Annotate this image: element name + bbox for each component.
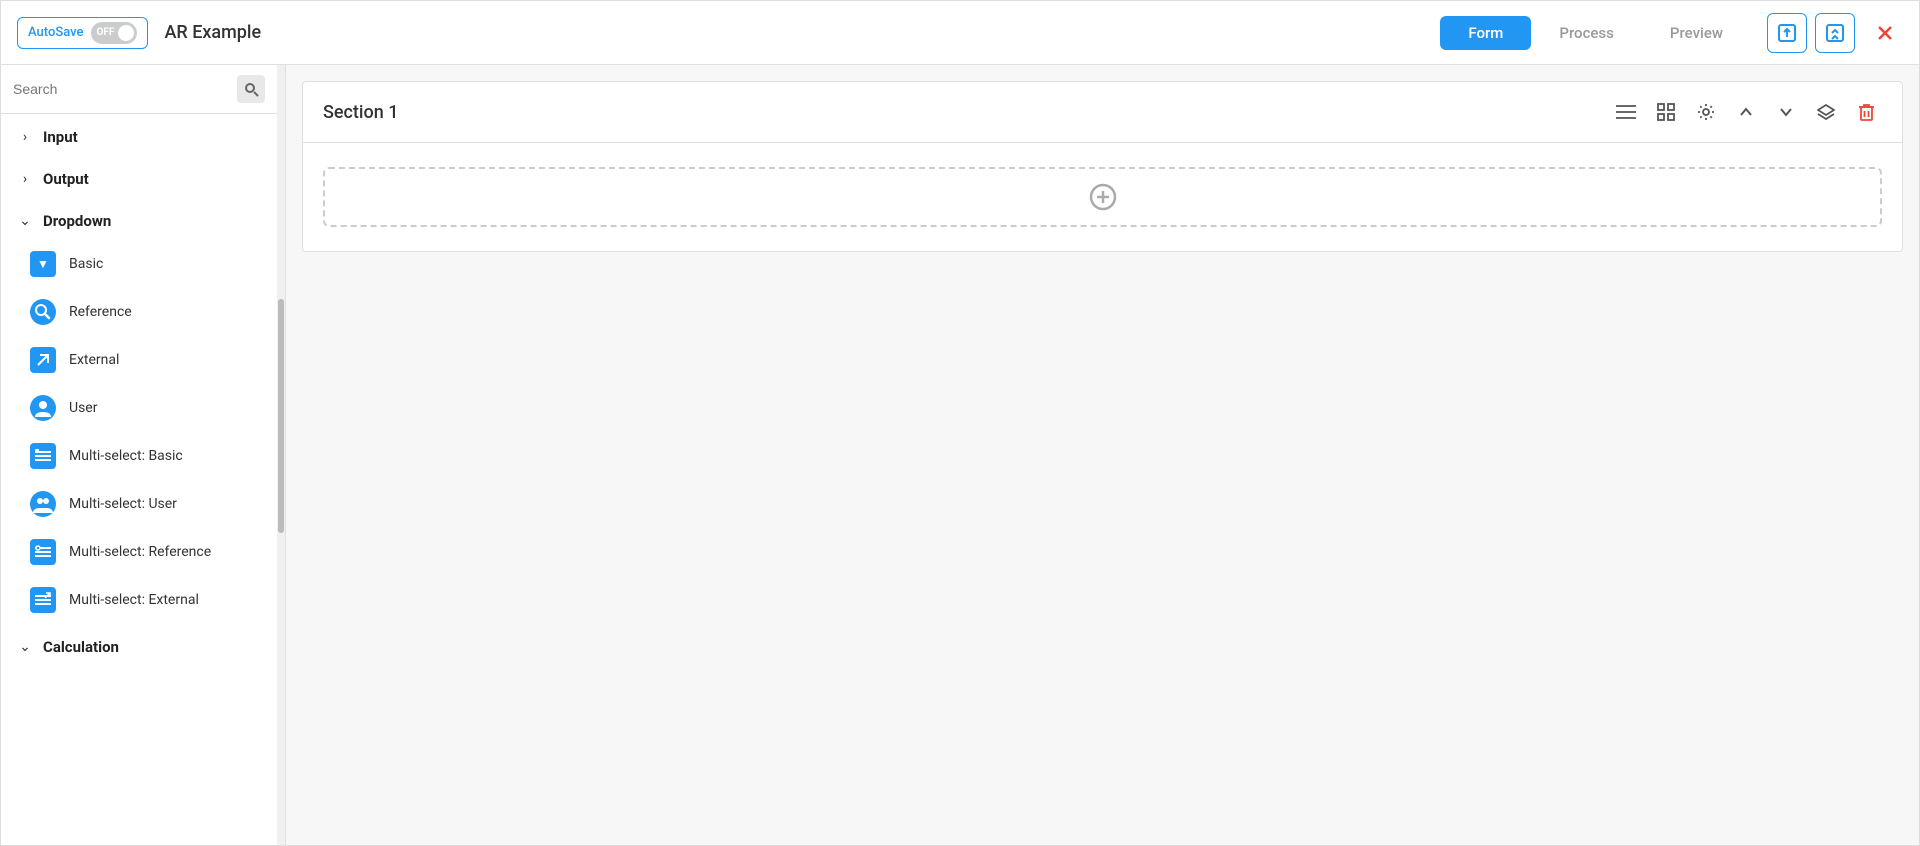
- dropdown-chevron: ⌄: [17, 213, 33, 229]
- section-down-btn[interactable]: [1770, 96, 1802, 128]
- sidebar-item-multi-basic[interactable]: Multi-select: Basic: [1, 432, 277, 480]
- sidebar-group-output[interactable]: › Output: [1, 156, 277, 198]
- multi-reference-label: Multi-select: Reference: [69, 544, 211, 560]
- sidebar-group-input[interactable]: › Input: [1, 114, 277, 156]
- sidebar-scrollbar[interactable]: [277, 65, 285, 845]
- export-icon-button[interactable]: [1767, 13, 1807, 53]
- sidebar-item-reference[interactable]: Reference: [1, 288, 277, 336]
- multi-external-label: Multi-select: External: [69, 592, 199, 608]
- multi-user-icon: [29, 490, 57, 518]
- app-container: AutoSave OFF AR Example Form Process Pre…: [0, 0, 1920, 846]
- section-body: [303, 143, 1902, 251]
- autosave-toggle[interactable]: OFF: [91, 22, 137, 44]
- multi-basic-icon: [29, 442, 57, 470]
- multi-basic-label: Multi-select: Basic: [69, 448, 183, 464]
- sidebar-scroll-area: › Input › Output ⌄ Dropdown: [1, 114, 277, 845]
- reference-label: Reference: [69, 304, 132, 320]
- drop-zone[interactable]: [323, 167, 1882, 227]
- autosave-area[interactable]: AutoSave OFF: [17, 17, 148, 49]
- calculation-chevron: ⌄: [17, 639, 33, 655]
- main-layout: › Input › Output ⌄ Dropdown: [1, 65, 1919, 845]
- sidebar-item-multi-user[interactable]: Multi-select: User: [1, 480, 277, 528]
- app-title: AR Example: [164, 22, 1440, 43]
- tab-process[interactable]: Process: [1531, 16, 1642, 50]
- section-list-btn[interactable]: [1610, 96, 1642, 128]
- content-area: Section 1: [286, 65, 1919, 845]
- reference-icon: [29, 298, 57, 326]
- header-icon-group: [1767, 13, 1903, 53]
- search-input[interactable]: [13, 81, 229, 97]
- input-group-label: Input: [43, 128, 78, 146]
- section-delete-btn[interactable]: [1850, 96, 1882, 128]
- output-group-label: Output: [43, 170, 89, 188]
- section-grid-btn[interactable]: [1650, 96, 1682, 128]
- calculation-group-label: Calculation: [43, 638, 119, 656]
- close-button[interactable]: [1867, 15, 1903, 51]
- tab-preview[interactable]: Preview: [1642, 16, 1751, 50]
- header: AutoSave OFF AR Example Form Process Pre…: [1, 1, 1919, 65]
- multi-user-label: Multi-select: User: [69, 496, 177, 512]
- input-chevron: ›: [17, 129, 33, 145]
- sidebar-item-multi-external[interactable]: Multi-select: External: [1, 576, 277, 624]
- section-settings-btn[interactable]: [1690, 96, 1722, 128]
- search-icon-button[interactable]: [237, 75, 265, 103]
- user-label: User: [69, 400, 97, 416]
- sidebar-inner: › Input › Output ⌄ Dropdown: [1, 65, 277, 845]
- section-header: Section 1: [303, 82, 1902, 143]
- toggle-knob: [118, 25, 134, 41]
- share-icon-button[interactable]: [1815, 13, 1855, 53]
- multi-external-icon: [29, 586, 57, 614]
- multi-reference-icon: [29, 538, 57, 566]
- sidebar-item-multi-reference[interactable]: Multi-select: Reference: [1, 528, 277, 576]
- basic-label: Basic: [69, 256, 103, 272]
- sidebar-item-user[interactable]: User: [1, 384, 277, 432]
- section-actions: [1610, 96, 1882, 128]
- dropdown-group-label: Dropdown: [43, 212, 111, 230]
- sidebar-search-area: [1, 65, 277, 114]
- sidebar-item-basic[interactable]: Basic: [1, 240, 277, 288]
- section-layer-btn[interactable]: [1810, 96, 1842, 128]
- sidebar-group-dropdown[interactable]: ⌄ Dropdown: [1, 198, 277, 240]
- sidebar-scrollbar-thumb: [278, 299, 284, 533]
- sidebar: › Input › Output ⌄ Dropdown: [1, 65, 286, 845]
- external-icon: [29, 346, 57, 374]
- output-chevron: ›: [17, 171, 33, 187]
- user-icon: [29, 394, 57, 422]
- dropdown-basic-icon: [29, 250, 57, 278]
- sidebar-group-calculation[interactable]: ⌄ Calculation: [1, 624, 277, 666]
- autosave-label: AutoSave: [28, 25, 83, 40]
- section-up-btn[interactable]: [1730, 96, 1762, 128]
- sidebar-item-external[interactable]: External: [1, 336, 277, 384]
- toggle-off-label: OFF: [96, 27, 114, 38]
- header-tabs: Form Process Preview: [1440, 16, 1751, 50]
- section-container: Section 1: [302, 81, 1903, 252]
- external-label: External: [69, 352, 119, 368]
- tab-form[interactable]: Form: [1440, 16, 1531, 50]
- section-title: Section 1: [323, 102, 1598, 123]
